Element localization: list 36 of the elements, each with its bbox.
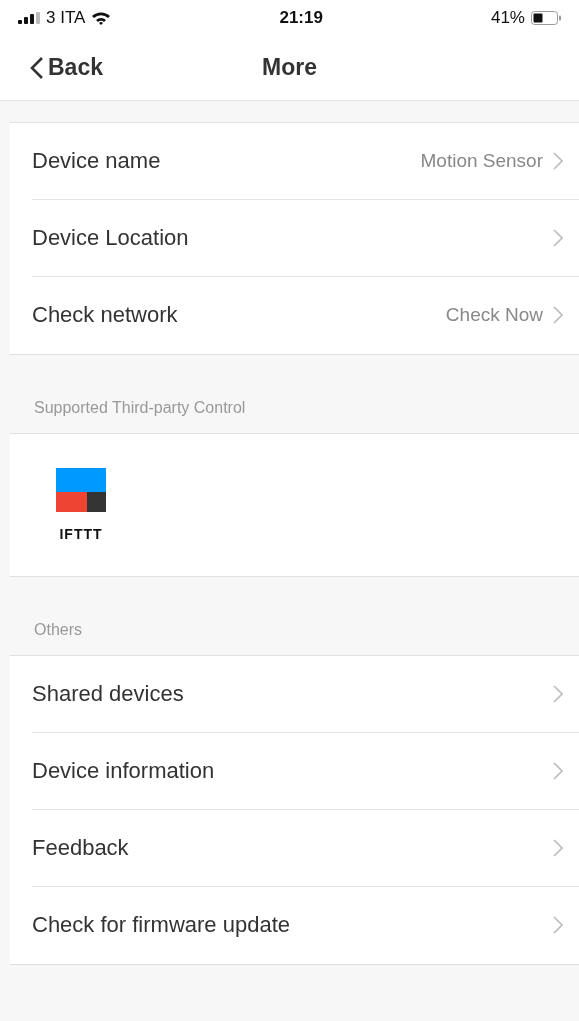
service-logo-icon[interactable]: [56, 468, 106, 512]
row-label: Device information: [32, 758, 215, 784]
settings-row[interactable]: Check for firmware update: [32, 887, 579, 964]
chevron-right-icon: [553, 152, 563, 170]
chevron-right-icon: [553, 306, 563, 324]
battery-icon: [531, 10, 561, 25]
signal-icon: [18, 11, 40, 24]
chevron-right-icon: [553, 839, 563, 857]
row-label: Device name: [32, 148, 161, 174]
battery-percent: 41%: [490, 7, 525, 28]
page-title: More: [262, 54, 317, 81]
section-header: Supported Third-party Control: [34, 399, 246, 417]
settings-row[interactable]: Feedback: [32, 810, 579, 887]
carrier-name: 3 ITA: [46, 7, 86, 28]
chevron-right-icon: [553, 916, 563, 934]
row-label: Check network: [32, 302, 178, 328]
row-label: Shared devices: [32, 681, 184, 707]
clock-time: 21:19: [279, 7, 323, 28]
section-header: Others: [34, 621, 82, 639]
row-label: Check for firmware update: [32, 912, 290, 938]
chevron-right-icon: [553, 229, 563, 247]
row-label: Feedback: [32, 835, 129, 861]
chevron-left-icon: [30, 55, 44, 80]
settings-row[interactable]: Device Location: [32, 200, 579, 277]
row-value: Check Now: [445, 304, 543, 326]
settings-row[interactable]: Device information: [32, 733, 579, 810]
service-name: IFTTT: [59, 526, 103, 542]
settings-row[interactable]: Check network Check Now: [32, 277, 579, 354]
back-button[interactable]: Back: [0, 54, 103, 81]
wifi-icon: [91, 10, 112, 25]
chevron-right-icon: [553, 762, 563, 780]
row-label: Device Location: [32, 225, 189, 251]
settings-row[interactable]: Shared devices: [32, 656, 579, 733]
settings-row[interactable]: Device name Motion Sensor: [32, 123, 579, 200]
row-value: Motion Sensor: [420, 150, 543, 172]
chevron-right-icon: [553, 685, 563, 703]
